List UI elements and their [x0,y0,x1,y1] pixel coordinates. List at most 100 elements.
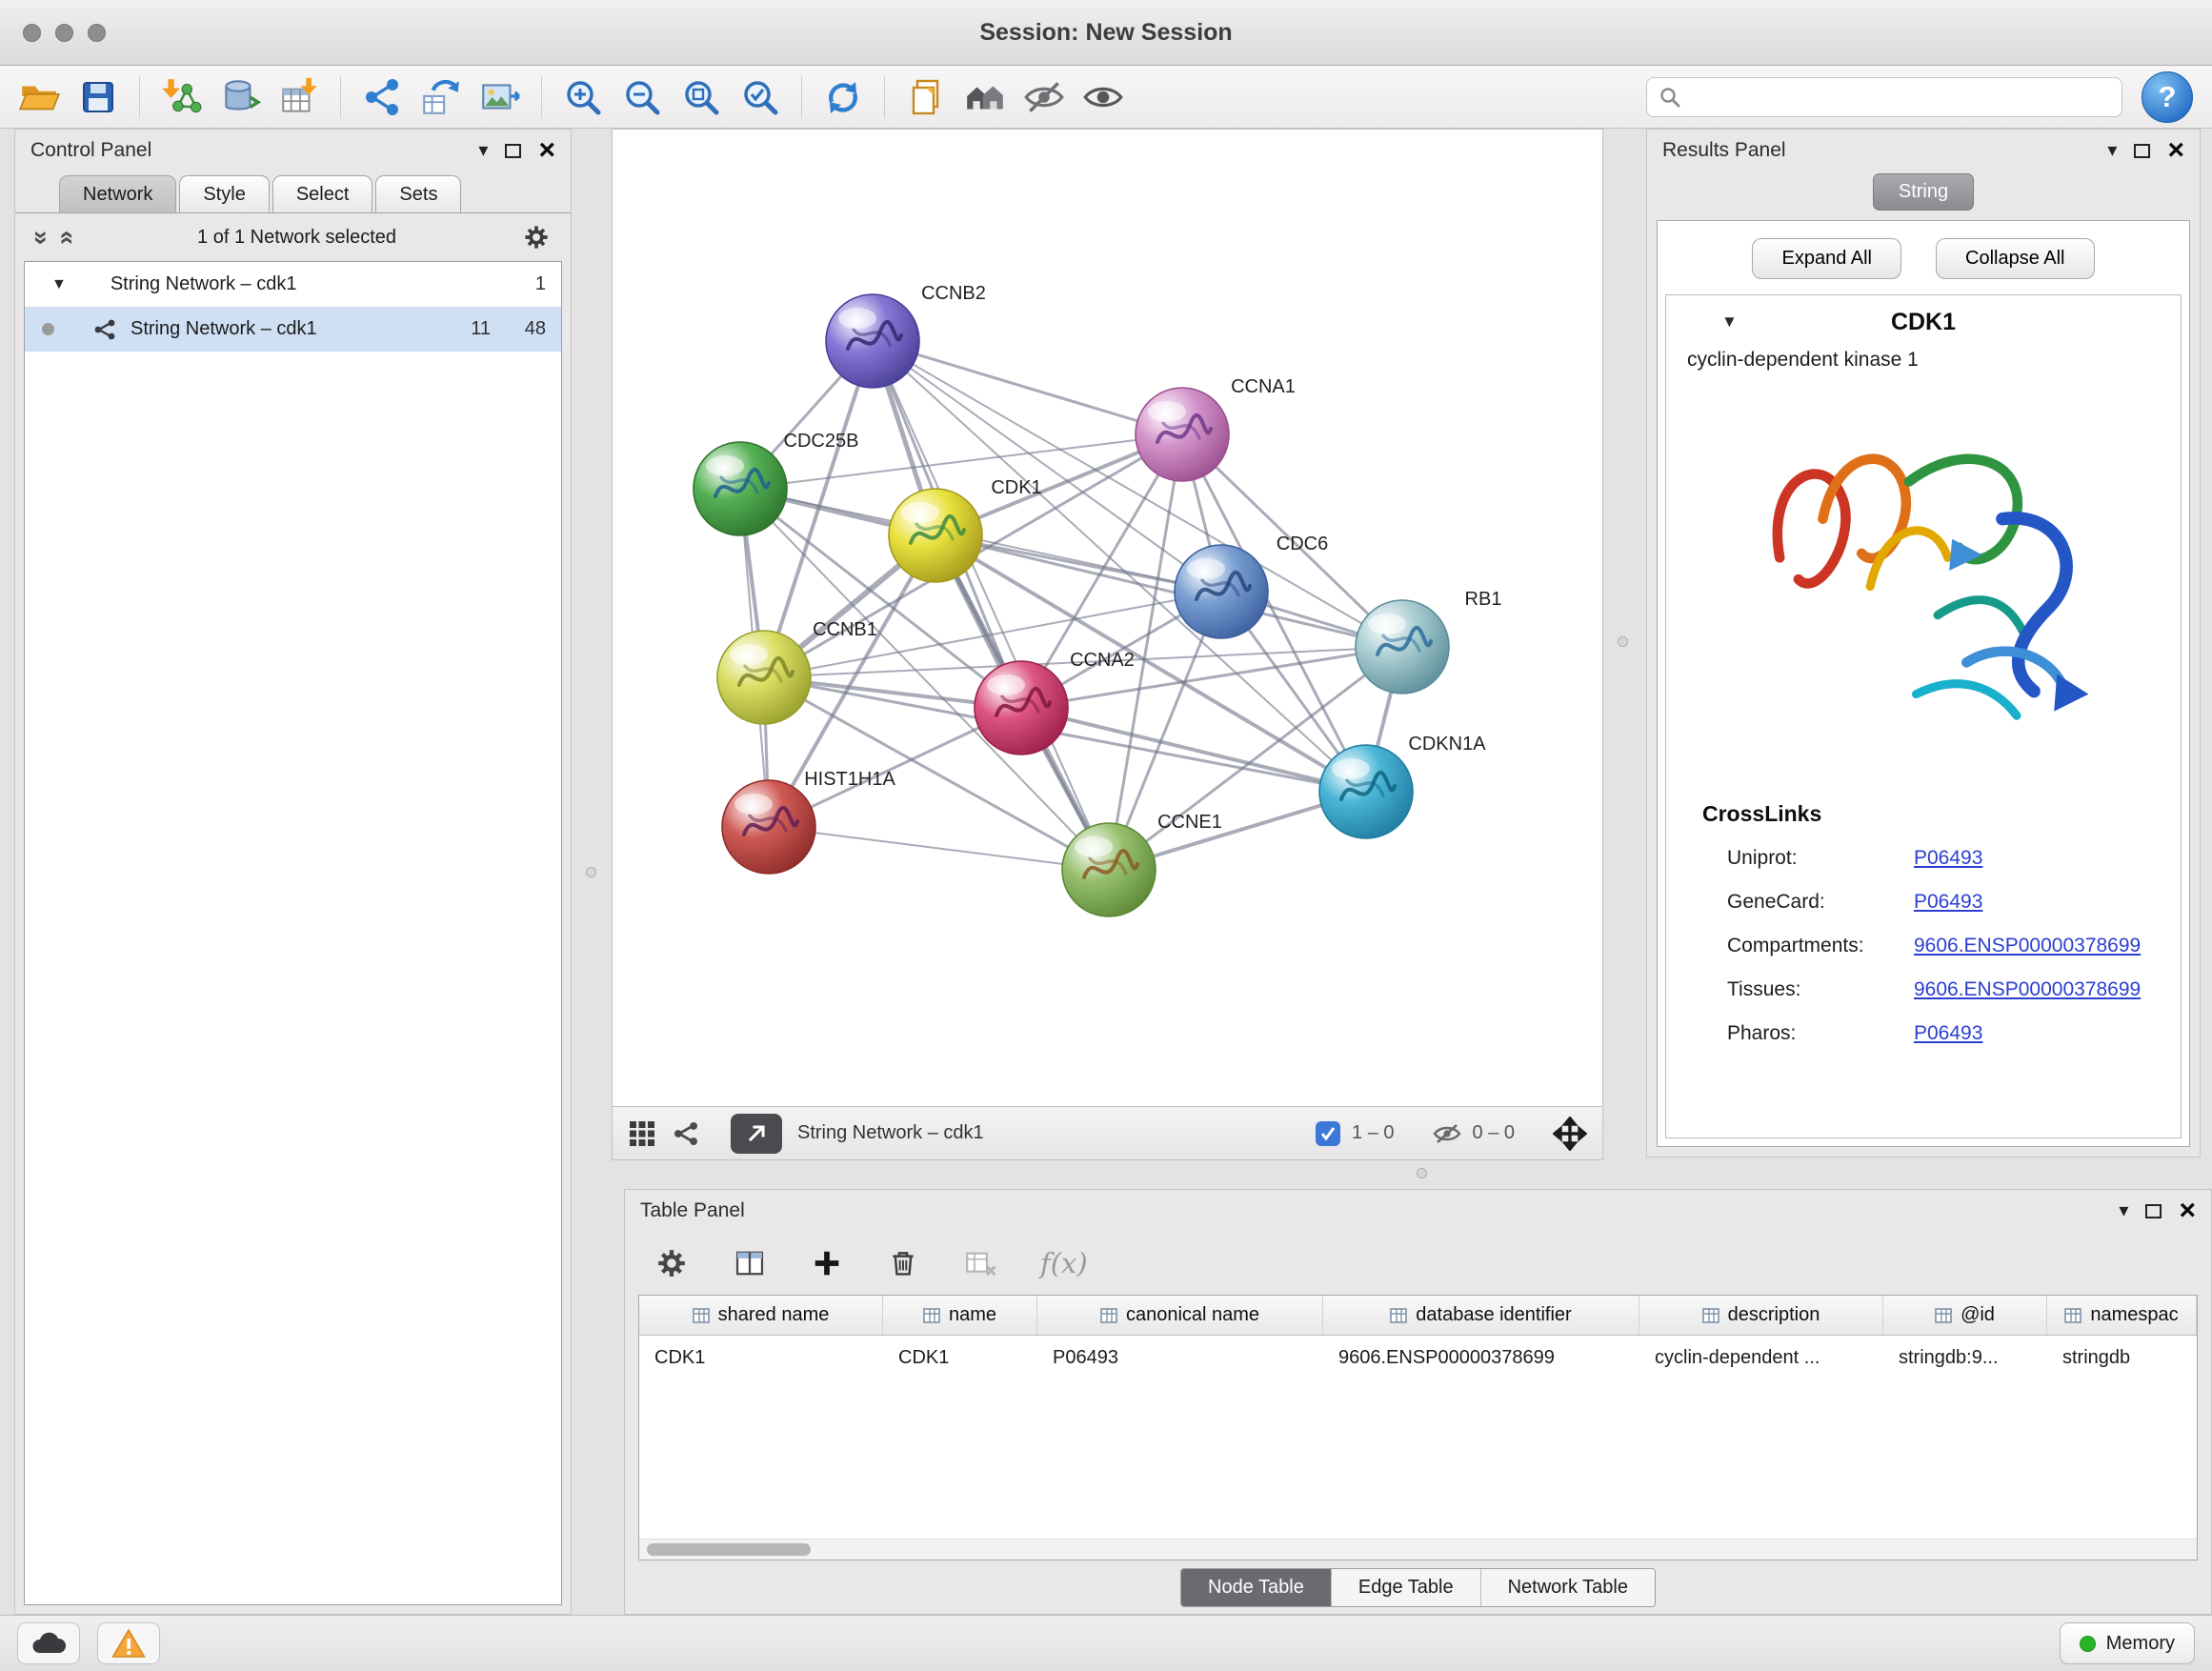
share-network-icon [361,76,403,118]
zoom-in-button[interactable] [555,70,611,125]
tab-sets[interactable]: Sets [375,175,461,212]
tab-select[interactable]: Select [272,175,373,212]
zoom-window-button[interactable] [88,24,106,42]
network-edge[interactable] [769,827,1109,870]
network-canvas[interactable]: CCNB2CCNA1CDC25BCDK1CDC6RB1CCNB1CCNA2CDK… [613,130,1602,1106]
toolbar-separator [801,76,802,118]
crosslink-link[interactable]: P06493 [1914,891,1982,914]
zoom-in-icon [562,76,604,118]
network-node-label: HIST1H1A [804,769,895,790]
hidden-elements-icon[interactable] [1433,1122,1461,1145]
zoom-fit-button[interactable] [674,70,729,125]
results-panel-header: Results Panel ▾ × [1647,130,2200,171]
network-node-CCNB2[interactable]: CCNB2 [826,283,986,388]
documents-icon [905,76,947,118]
home-button[interactable] [957,70,1013,125]
network-overview-icon[interactable] [672,1119,700,1148]
crosslink-link[interactable]: P06493 [1914,1022,1982,1045]
table-panel: Table Panel ▾ × [624,1189,2212,1615]
tab-style[interactable]: Style [179,175,269,212]
memory-button[interactable]: Memory [2060,1622,2195,1664]
network-edge[interactable] [873,341,1109,870]
show-all-button[interactable] [1076,70,1131,125]
birdseye-toggle-button[interactable] [731,1114,782,1154]
network-row-selected[interactable]: String Network – cdk1 11 48 [25,307,561,352]
close-panel-icon[interactable]: × [2179,1199,2196,1222]
function-builder-icon[interactable]: f(x) [1040,1247,1088,1279]
save-session-button[interactable] [70,70,126,125]
refresh-layout-button[interactable] [815,70,871,125]
hide-selected-button[interactable] [1016,70,1072,125]
float-panel-icon[interactable] [2145,1204,2162,1218]
expand-all-button[interactable]: Expand All [1752,238,1901,279]
network-collection-row[interactable]: ▼ String Network – cdk1 1 [25,262,561,307]
close-window-button[interactable] [23,24,41,42]
network-node-CDC25B[interactable]: CDC25B [694,431,858,535]
splitter-handle[interactable] [586,867,596,877]
pan-crosshair-icon[interactable] [1553,1117,1587,1151]
float-panel-icon[interactable] [2134,144,2150,158]
import-network-database-button[interactable] [212,70,268,125]
open-session-button[interactable] [11,70,67,125]
network-node-label: CDKN1A [1408,734,1486,755]
network-edge[interactable] [935,535,1402,647]
close-panel-icon[interactable]: × [538,139,555,162]
collapse-all-button[interactable]: Collapse All [1936,238,2095,279]
network-node-CCNB1[interactable]: CCNB1 [717,619,877,724]
column-header[interactable]: @id [1883,1296,2047,1335]
window-title: Session: New Session [979,19,1232,47]
crosslink-link[interactable]: P06493 [1914,847,1982,870]
collapse-gene-icon[interactable]: ▼ [1721,312,1738,332]
help-button[interactable]: ? [2142,71,2193,123]
crosslink-link[interactable]: 9606.ENSP00000378699 [1914,935,2141,957]
column-header[interactable]: canonical name [1037,1296,1323,1335]
column-header[interactable]: description [1639,1296,1883,1335]
panel-menu-icon[interactable]: ▾ [2119,1201,2128,1220]
tab-node-table[interactable]: Node Table [1181,1569,1331,1606]
minimize-window-button[interactable] [55,24,73,42]
horizontal-scrollbar[interactable] [639,1539,2197,1560]
warnings-button[interactable] [97,1622,160,1664]
panel-menu-icon[interactable]: ▾ [2107,141,2117,160]
tab-network[interactable]: Network [59,175,176,212]
network-from-table-button[interactable] [413,70,469,125]
import-network-file-button[interactable] [153,70,209,125]
import-table-icon [277,75,321,119]
network-node-RB1[interactable]: RB1 [1356,589,1501,694]
tab-network-table[interactable]: Network Table [1480,1569,1655,1606]
float-panel-icon[interactable] [505,144,521,158]
search-input[interactable] [1689,86,2110,108]
column-header[interactable]: shared name [639,1296,883,1335]
delete-column-icon[interactable] [886,1246,920,1280]
show-columns-icon[interactable] [732,1245,768,1281]
column-header[interactable]: name [883,1296,1037,1335]
tab-string[interactable]: String [1873,173,1974,211]
network-options-gear-icon[interactable] [521,222,552,252]
network-edge[interactable] [873,341,1182,434]
network-node-HIST1H1A[interactable]: HIST1H1A [722,769,895,874]
selected-nodes-checkbox-icon[interactable] [1316,1121,1340,1146]
splitter-handle[interactable] [1417,1168,1427,1178]
grid-view-icon[interactable] [628,1119,656,1148]
network-node-CCNA1[interactable]: CCNA1 [1136,376,1296,481]
zoom-out-button[interactable] [614,70,670,125]
import-table-button[interactable] [271,70,327,125]
splitter-handle[interactable] [1618,636,1628,647]
column-header[interactable]: namespac [2047,1296,2197,1335]
cloud-button[interactable] [17,1622,80,1664]
clone-network-button[interactable] [354,70,410,125]
zoom-selected-button[interactable] [733,70,788,125]
collapse-collection-icon[interactable]: ▼ [51,276,67,293]
panel-menu-icon[interactable]: ▾ [478,141,488,160]
table-options-gear-icon[interactable] [654,1245,690,1281]
crosslink-link[interactable]: 9606.ENSP00000378699 [1914,978,2141,1001]
add-column-icon[interactable] [810,1246,844,1280]
duplicate-document-button[interactable] [898,70,954,125]
scrollbar-thumb[interactable] [647,1543,811,1556]
column-header[interactable]: database identifier [1323,1296,1639,1335]
collapse-all-networks-icon[interactable]: » [52,230,78,244]
table-row[interactable]: CDK1 CDK1 P06493 9606.ENSP00000378699 cy… [639,1336,2197,1379]
export-image-button[interactable] [473,70,528,125]
close-panel-icon[interactable]: × [2167,139,2184,162]
tab-edge-table[interactable]: Edge Table [1331,1569,1480,1606]
